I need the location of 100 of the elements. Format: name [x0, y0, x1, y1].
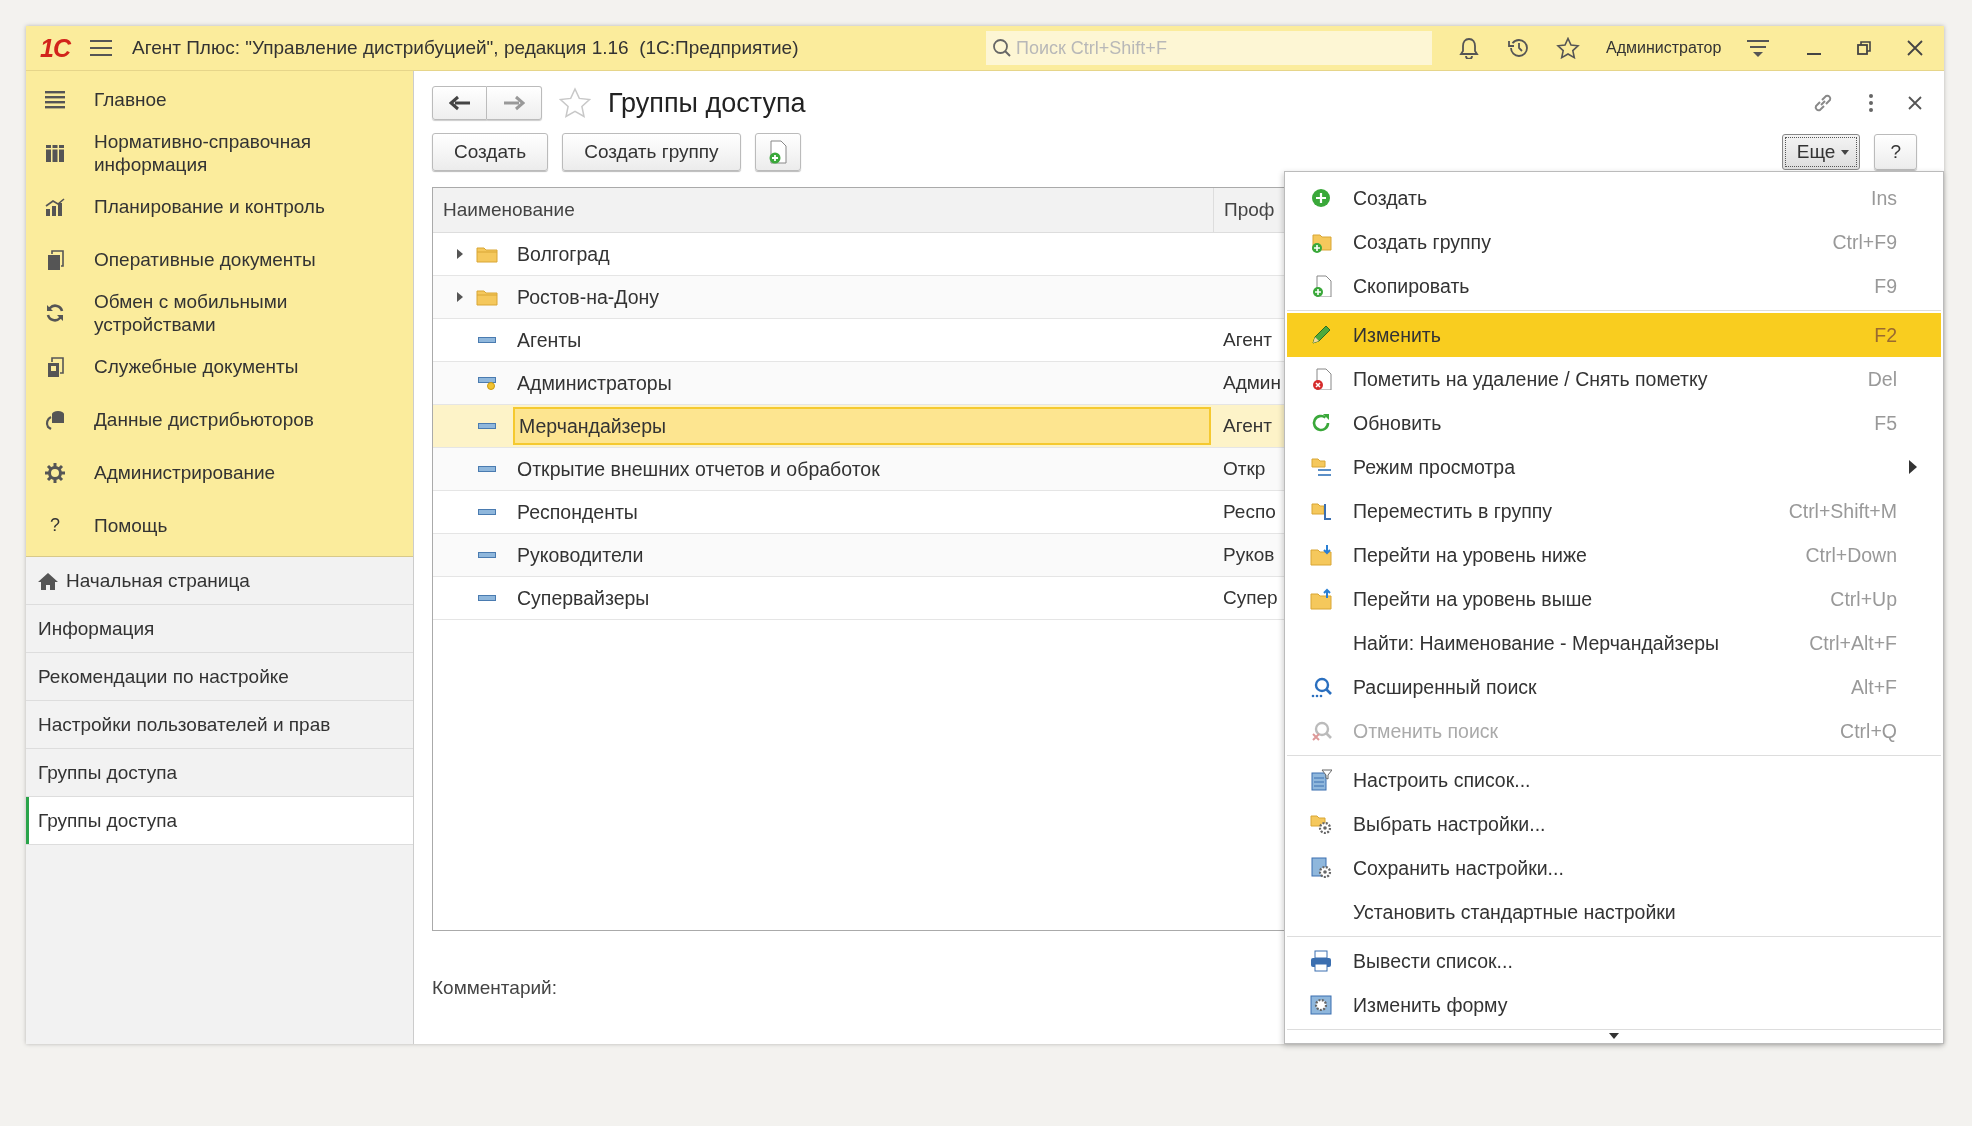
more-button[interactable]: Еще	[1781, 134, 1861, 170]
settings-menu-icon[interactable]	[1747, 38, 1770, 58]
gear-icon	[44, 461, 66, 484]
back-button[interactable]	[432, 86, 487, 120]
menu-item[interactable]: Режим просмотра	[1287, 445, 1941, 489]
dash-dot-icon	[478, 376, 496, 390]
restore-icon[interactable]	[1857, 41, 1872, 55]
scroll-down-icon[interactable]	[1609, 1033, 1619, 1039]
table-cell[interactable]: Руководители	[513, 534, 1213, 576]
list-icon	[44, 88, 66, 111]
table-cell[interactable]: Агенты	[513, 319, 1213, 361]
books-icon	[44, 142, 66, 164]
app-logo: 1С	[40, 33, 70, 63]
menu-icon[interactable]	[89, 39, 112, 57]
form-gear-icon	[1310, 994, 1332, 1016]
menu-item[interactable]: Установить стандартные настройки	[1287, 890, 1941, 934]
table-cell: Админ	[1223, 372, 1281, 394]
arrow-right-icon	[503, 95, 525, 111]
chart-icon	[44, 195, 66, 218]
menu-item[interactable]: Создать Ins	[1287, 176, 1941, 220]
section-link[interactable]: Нормативно-справочная информация	[94, 130, 354, 176]
menu-item[interactable]: Создать группу Ctrl+F9	[1287, 220, 1941, 264]
bell-icon[interactable]	[1457, 37, 1480, 59]
document-plus-icon	[1310, 275, 1332, 297]
caret-icon	[1841, 149, 1850, 155]
search-field[interactable]: Поиск Ctrl+Shift+F	[985, 31, 1432, 65]
menu-item[interactable]: Вывести список...	[1287, 939, 1941, 983]
close-icon[interactable]	[1908, 96, 1922, 110]
section-link[interactable]: Планирование и контроль	[94, 195, 354, 218]
dash-icon	[478, 508, 496, 516]
table-cell[interactable]: Респонденты	[513, 491, 1213, 533]
more-icon[interactable]	[1868, 93, 1874, 113]
table-cell: Руков	[1223, 544, 1275, 566]
menu-item[interactable]: Расширенный поиск Alt+F	[1287, 665, 1941, 709]
dash-icon	[478, 551, 496, 559]
dash-icon	[478, 594, 496, 602]
window-title: Агент Плюс: "Управление дистрибуцией", редакция 1.16 (1С:Предприятие)	[131, 37, 800, 59]
menu-item[interactable]: Настроить список...	[1287, 758, 1941, 802]
table-cell: Респо	[1223, 501, 1276, 523]
menu-item[interactable]: Изменить F2	[1287, 313, 1941, 357]
folder-up-icon	[1310, 588, 1332, 610]
open-window-tab[interactable]: Группы доступа	[26, 797, 413, 845]
table-cell[interactable]: Администраторы	[513, 362, 1213, 404]
folder-plus-icon	[1310, 231, 1332, 253]
table-cell[interactable]: Мерчандайзеры	[513, 407, 1211, 445]
menu-item[interactable]: Изменить форму	[1287, 983, 1941, 1027]
user-name[interactable]: Администратор	[1605, 39, 1722, 57]
table-cell[interactable]: Открытие внешних отчетов и обработок	[513, 448, 1213, 490]
section-link[interactable]: Администрирование	[94, 461, 354, 484]
menu-item[interactable]: Сохранить настройки...	[1287, 846, 1941, 890]
folder-icon	[476, 245, 498, 263]
menu-item[interactable]: Обновить F5	[1287, 401, 1941, 445]
section-link[interactable]: Оперативные документы	[94, 248, 354, 271]
section-link[interactable]: Помощь	[94, 514, 354, 537]
star-icon[interactable]	[1555, 37, 1580, 59]
help-button[interactable]: ?	[1874, 134, 1917, 170]
table-cell: Агент	[1223, 329, 1272, 351]
open-window-tab[interactable]: Информация	[26, 605, 413, 653]
link-icon[interactable]	[1812, 92, 1834, 114]
search-icon	[1310, 676, 1332, 698]
menu-item[interactable]: Выбрать настройки...	[1287, 802, 1941, 846]
open-window-tab[interactable]: Начальная страница	[26, 557, 413, 605]
search-cancel-icon	[1310, 720, 1332, 742]
column-header[interactable]: Наименование	[433, 188, 1213, 232]
menu-item[interactable]: Найти: Наименование - Мерчандайзеры Ctrl+Alt+F	[1287, 621, 1941, 665]
table-cell: Откр	[1223, 458, 1266, 480]
section-link[interactable]: Главное	[94, 88, 354, 111]
comment-label: Комментарий:	[432, 977, 557, 999]
refresh-icon	[44, 302, 66, 324]
history-icon[interactable]	[1505, 37, 1530, 59]
open-window-tab[interactable]: Настройки пользователей и прав	[26, 701, 413, 749]
menu-item[interactable]: Пометить на удаление / Снять пометку Del	[1287, 357, 1941, 401]
open-window-tab[interactable]: Рекомендации по настройке	[26, 653, 413, 701]
section-link[interactable]: Данные дистрибьюторов	[94, 408, 354, 431]
dash-icon	[478, 422, 496, 430]
folder-list-icon	[1310, 456, 1332, 478]
home-icon	[38, 571, 58, 590]
list-filter-icon	[1310, 769, 1332, 791]
help-icon: ?	[50, 515, 60, 536]
close-icon[interactable]	[1907, 40, 1924, 56]
pencil-icon	[1310, 324, 1332, 346]
section-link[interactable]: Служебные документы	[94, 355, 354, 378]
arrow-left-icon	[448, 95, 471, 111]
table-cell[interactable]: Волгоград	[513, 233, 1213, 275]
dash-icon	[478, 465, 496, 473]
expand-icon[interactable]	[456, 249, 464, 259]
menu-item[interactable]: Скопировать F9	[1287, 264, 1941, 308]
menu-item[interactable]: Перейти на уровень выше Ctrl+Up	[1287, 577, 1941, 621]
form-title: Группы доступа	[608, 87, 806, 119]
menu-item[interactable]: Перейти на уровень ниже Ctrl+Down	[1287, 533, 1941, 577]
table-cell[interactable]: Супервайзеры	[513, 577, 1213, 619]
document-delete-icon	[1310, 368, 1332, 390]
menu-item[interactable]: Переместить в группу Ctrl+Shift+M	[1287, 489, 1941, 533]
section-link[interactable]: Обмен с мобильными устройствами	[94, 290, 354, 336]
refresh-icon	[1310, 412, 1332, 434]
toolbar-button[interactable]: Создать	[432, 133, 549, 171]
toolbar-button[interactable]: Создать группу	[562, 133, 741, 171]
expand-icon[interactable]	[456, 292, 464, 302]
printer-icon	[1310, 950, 1332, 972]
copy-button[interactable]	[754, 133, 801, 171]
